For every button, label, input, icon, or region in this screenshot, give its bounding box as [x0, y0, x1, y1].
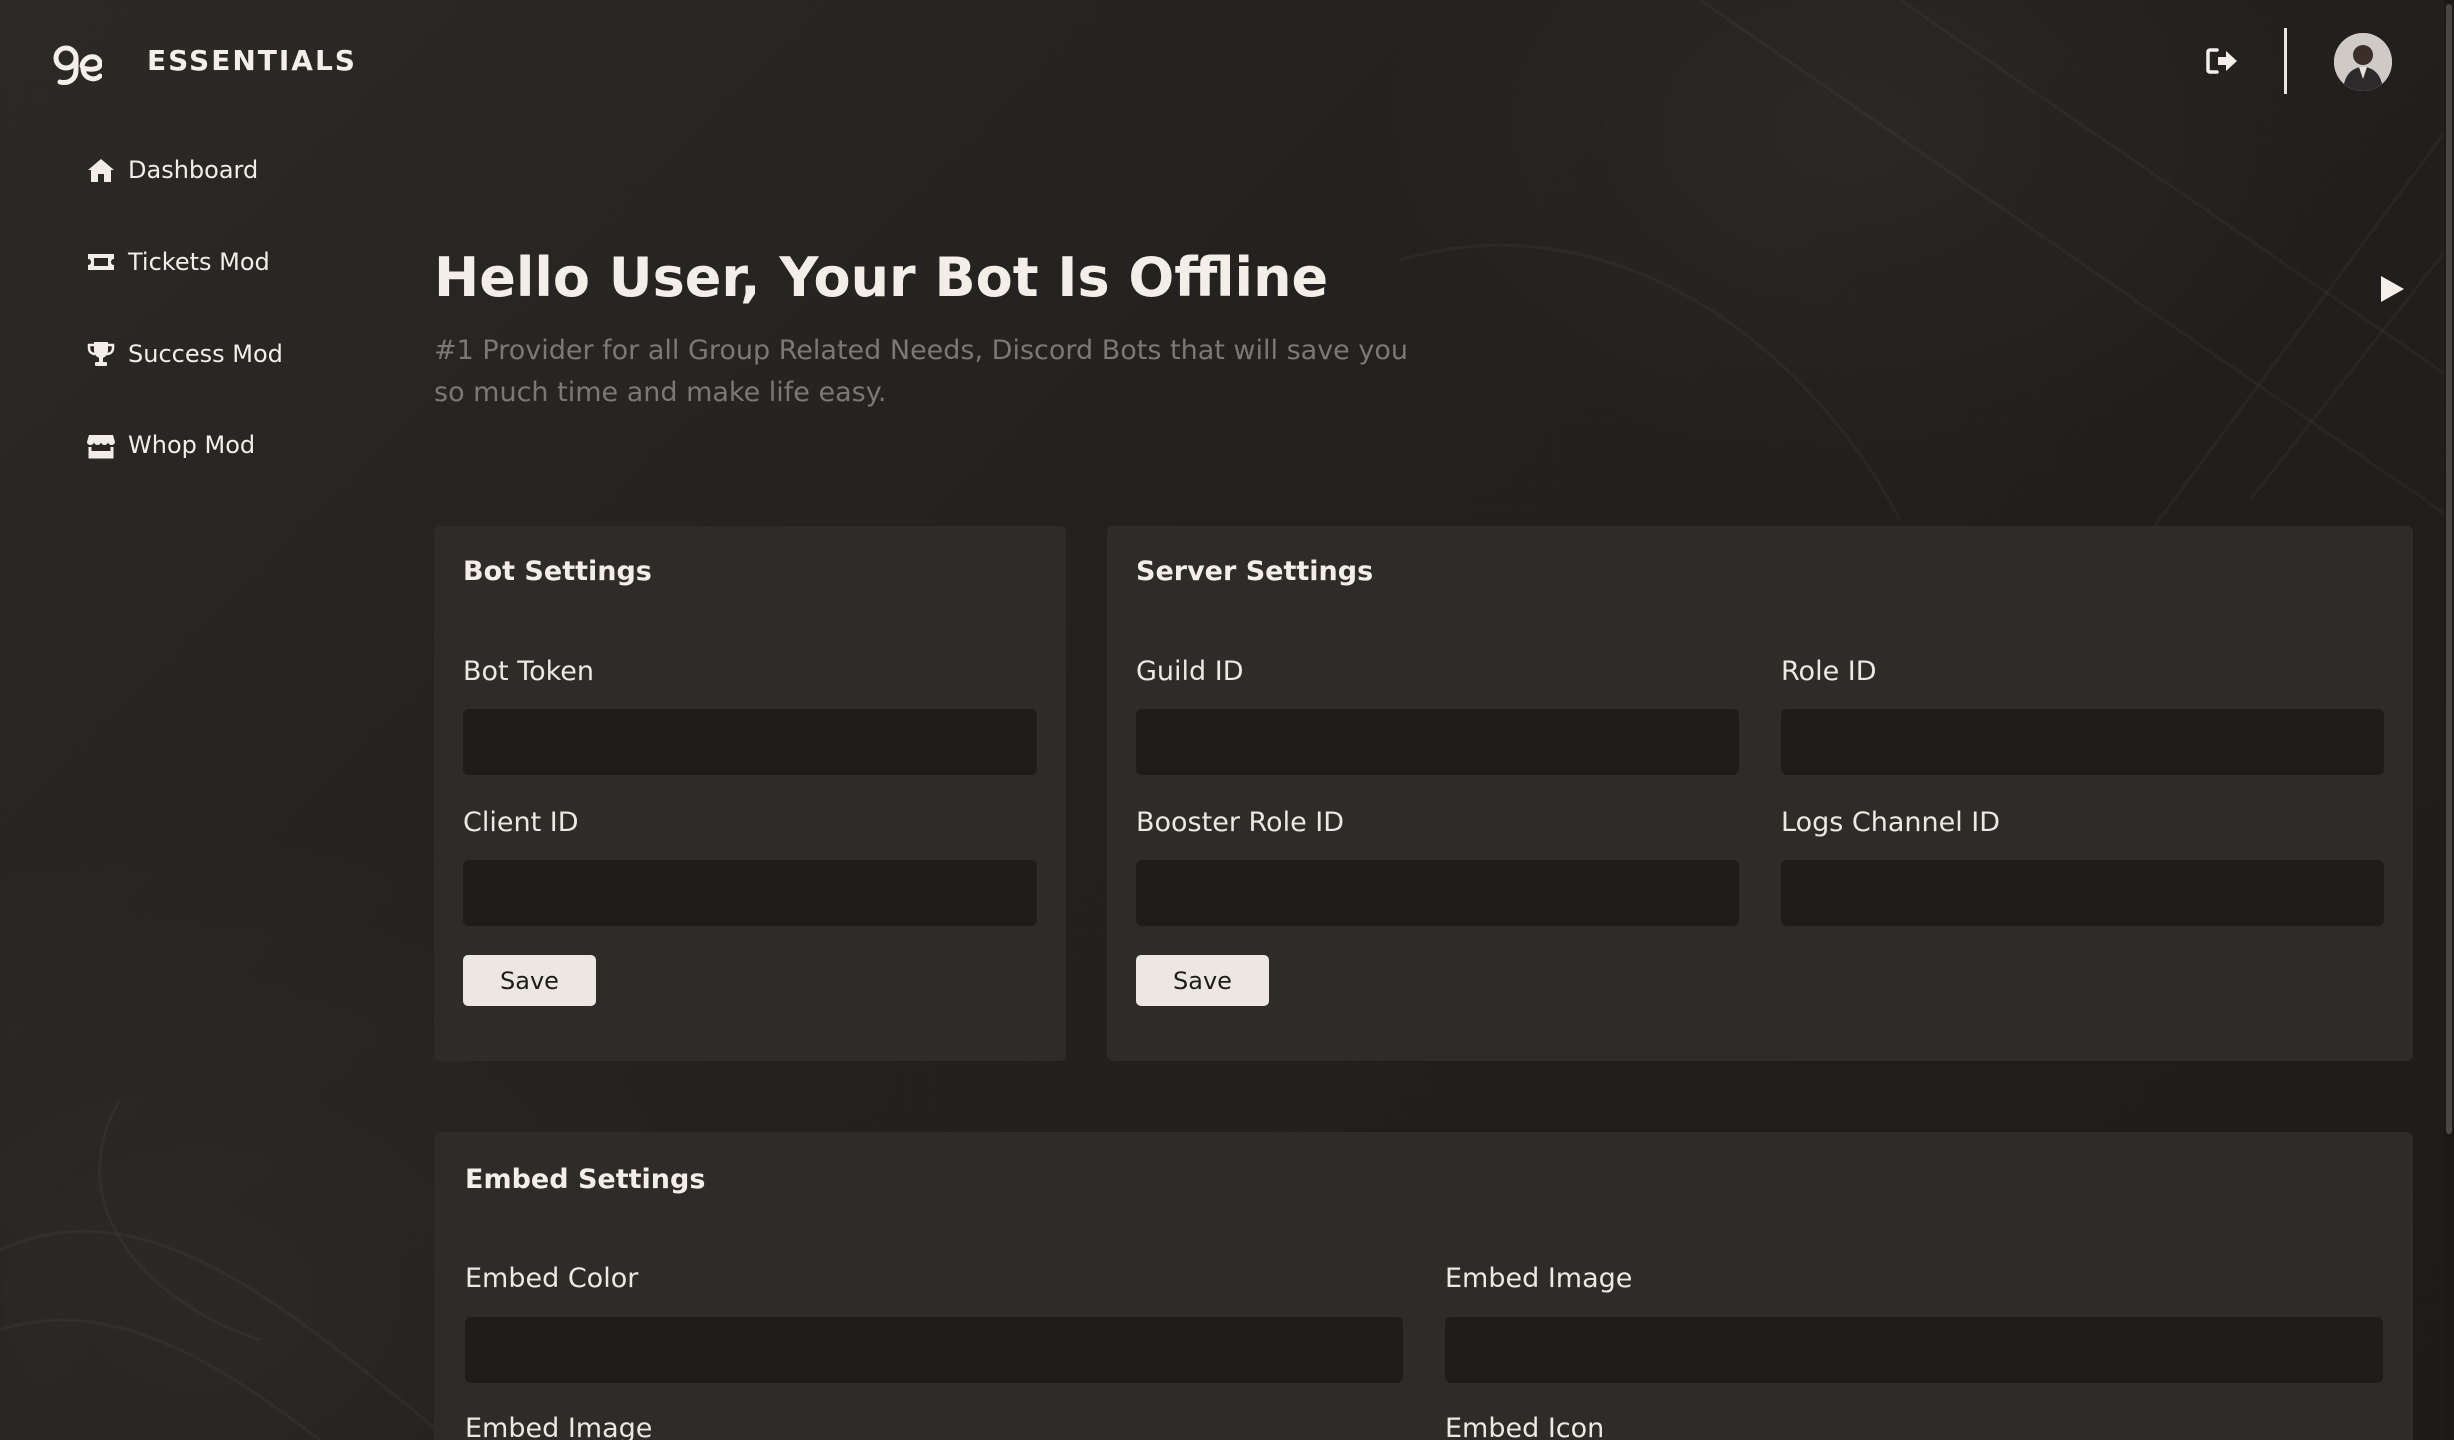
- guild-id-input[interactable]: [1136, 709, 1739, 775]
- sidebar-item-label: Dashboard: [128, 156, 259, 184]
- client-id-input[interactable]: [463, 860, 1037, 926]
- embed-settings-card: Embed Settings Embed Color Embed Image E…: [434, 1132, 2413, 1440]
- bot-token-input[interactable]: [463, 709, 1037, 775]
- embed-color-label: Embed Color: [465, 1263, 639, 1294]
- bot-token-label: Bot Token: [463, 656, 595, 687]
- logs-channel-id-label: Logs Channel ID: [1781, 807, 2001, 838]
- embed-image-label: Embed Image: [1445, 1263, 1633, 1294]
- sidebar-item-label: Tickets Mod: [128, 248, 270, 276]
- header-divider: [2284, 28, 2287, 94]
- ticket-icon: [86, 248, 116, 276]
- booster-role-id-input[interactable]: [1136, 860, 1739, 926]
- bot-settings-card: Bot Settings Bot Token Client ID Save: [434, 526, 1066, 1061]
- sidebar-item-whop-mod[interactable]: Whop Mod: [86, 425, 255, 465]
- play-icon[interactable]: [2378, 274, 2406, 304]
- sidebar-item-dashboard[interactable]: Dashboard: [86, 150, 258, 190]
- user-avatar-icon: [2334, 33, 2392, 91]
- logs-channel-id-input[interactable]: [1781, 860, 2384, 926]
- role-id-input[interactable]: [1781, 709, 2384, 775]
- role-id-label: Role ID: [1781, 656, 1877, 687]
- sidebar-item-success-mod[interactable]: Success Mod: [86, 334, 283, 374]
- sign-out-icon[interactable]: [2205, 46, 2239, 76]
- bot-settings-save-button[interactable]: Save: [463, 955, 596, 1006]
- home-icon: [86, 156, 116, 184]
- server-settings-save-button[interactable]: Save: [1136, 955, 1269, 1006]
- essentials-logo-icon: [53, 45, 102, 85]
- embed-image-input[interactable]: [1445, 1317, 2383, 1383]
- page-subtitle: #1 Provider for all Group Related Needs,…: [434, 335, 1408, 408]
- store-icon: [86, 431, 116, 459]
- avatar[interactable]: [2334, 33, 2392, 91]
- server-settings-card: Server Settings Guild ID Role ID Booster…: [1107, 526, 2413, 1061]
- trophy-icon: [86, 340, 116, 368]
- guild-id-label: Guild ID: [1136, 656, 1244, 687]
- booster-role-id-label: Booster Role ID: [1136, 807, 1345, 838]
- embed-color-input[interactable]: [465, 1317, 1403, 1383]
- embed-settings-title: Embed Settings: [465, 1164, 706, 1195]
- embed-icon-label: Embed Icon: [1445, 1413, 1605, 1440]
- bot-settings-title: Bot Settings: [463, 556, 652, 587]
- embed-image-secondary-label: Embed Image: [465, 1413, 653, 1440]
- brand-name: ESSENTIALS: [147, 44, 357, 77]
- sidebar-item-tickets-mod[interactable]: Tickets Mod: [86, 242, 270, 282]
- server-settings-title: Server Settings: [1136, 556, 1374, 587]
- sidebar-item-label: Success Mod: [128, 340, 283, 368]
- scrollbar-thumb[interactable]: [2446, 4, 2452, 1134]
- page-scrollbar[interactable]: [2444, 0, 2454, 1440]
- client-id-label: Client ID: [463, 807, 579, 838]
- sidebar-item-label: Whop Mod: [128, 431, 256, 459]
- page-title: Hello User, Your Bot Is Offline: [434, 246, 1329, 309]
